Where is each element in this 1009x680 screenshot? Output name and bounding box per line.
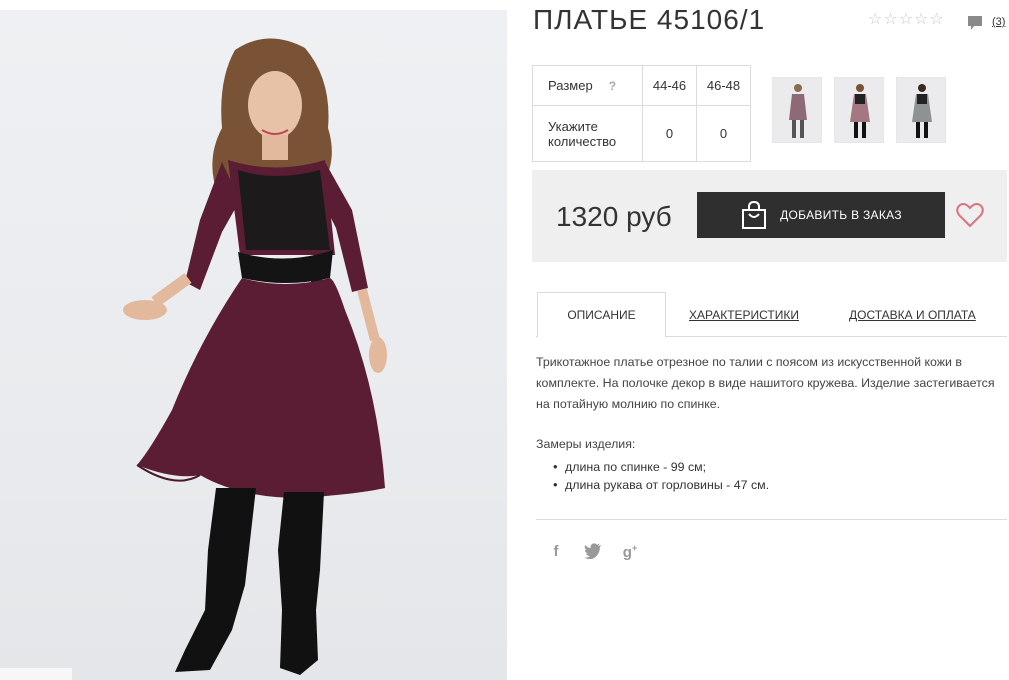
twitter-icon[interactable]: [584, 543, 602, 559]
tab-delivery-payment[interactable]: ДОСТАВКА И ОПЛАТА: [849, 292, 976, 337]
dress-model-image: [123, 38, 387, 675]
star-icon[interactable]: ☆: [914, 12, 928, 28]
comment-icon[interactable]: [966, 14, 984, 32]
size-label: Размер: [548, 78, 593, 93]
social-share: f g+: [547, 543, 639, 561]
size-help-icon[interactable]: ?: [609, 79, 616, 93]
thumbnail-picture: [850, 84, 870, 138]
size-option: 44-46: [642, 65, 697, 106]
product-tabs: ОПИСАНИЕ ХАРАКТЕРИСТИКИ ДОСТАВКА И ОПЛАТ…: [536, 292, 1007, 338]
product-title: ПЛАТЬЕ 45106/1: [533, 4, 766, 35]
heart-icon[interactable]: [956, 202, 984, 228]
thumbnail-image[interactable]: [772, 77, 822, 143]
tab-characteristics[interactable]: ХАРАКТЕРИСТИКИ: [689, 292, 799, 337]
product-main-photo[interactable]: [0, 10, 507, 680]
divider: [536, 519, 1007, 520]
star-icon[interactable]: ☆: [929, 12, 943, 28]
size-label-cell: Размер?: [532, 65, 643, 106]
product-description: Трикотажное платье отрезное по талии с п…: [536, 355, 995, 411]
quantity-label-cell: Укажите количество: [532, 105, 643, 162]
rating-stars[interactable]: ☆ ☆ ☆ ☆ ☆: [868, 12, 944, 28]
thumbnail-image[interactable]: [896, 77, 946, 143]
purchase-panel: 1320 руб ДОБАВИТЬ В ЗАКАЗ: [532, 170, 1007, 262]
quantity-input[interactable]: 0: [642, 105, 697, 162]
shopping-bag-icon: [742, 200, 767, 229]
facebook-icon[interactable]: f: [547, 543, 565, 561]
quantity-label-line1: Укажите: [548, 118, 598, 134]
tab-description[interactable]: ОПИСАНИЕ: [537, 292, 666, 338]
add-to-order-label: ДОБАВИТЬ В ЗАКАЗ: [780, 208, 902, 222]
thumbnail-image[interactable]: [834, 77, 884, 143]
photo-corner-strip: [0, 668, 72, 680]
thumbnail-picture: [912, 84, 932, 138]
thumbnail-picture: [789, 84, 807, 138]
product-price: 1320 руб: [556, 201, 672, 232]
add-to-order-button[interactable]: ДОБАВИТЬ В ЗАКАЗ: [697, 192, 945, 238]
product-thumbnails: [772, 77, 946, 143]
measures-list: длина по спинке - 99 см; длина рукава от…: [553, 458, 769, 494]
star-icon[interactable]: ☆: [899, 12, 913, 28]
quantity-label-line2: количество: [548, 133, 617, 149]
quantity-input[interactable]: 0: [696, 105, 751, 162]
measures-title: Замеры изделия:: [536, 437, 636, 451]
size-table: Размер? 44-46 46-48 Укажите количество 0…: [532, 65, 751, 162]
star-icon[interactable]: ☆: [883, 12, 897, 28]
size-option: 46-48: [696, 65, 751, 106]
comments-count-link[interactable]: (3): [992, 16, 1005, 28]
star-icon[interactable]: ☆: [868, 12, 882, 28]
measure-item: длина рукава от горловины - 47 см.: [553, 476, 769, 494]
google-plus-icon[interactable]: g+: [621, 543, 639, 561]
measure-item: длина по спинке - 99 см;: [553, 458, 769, 476]
